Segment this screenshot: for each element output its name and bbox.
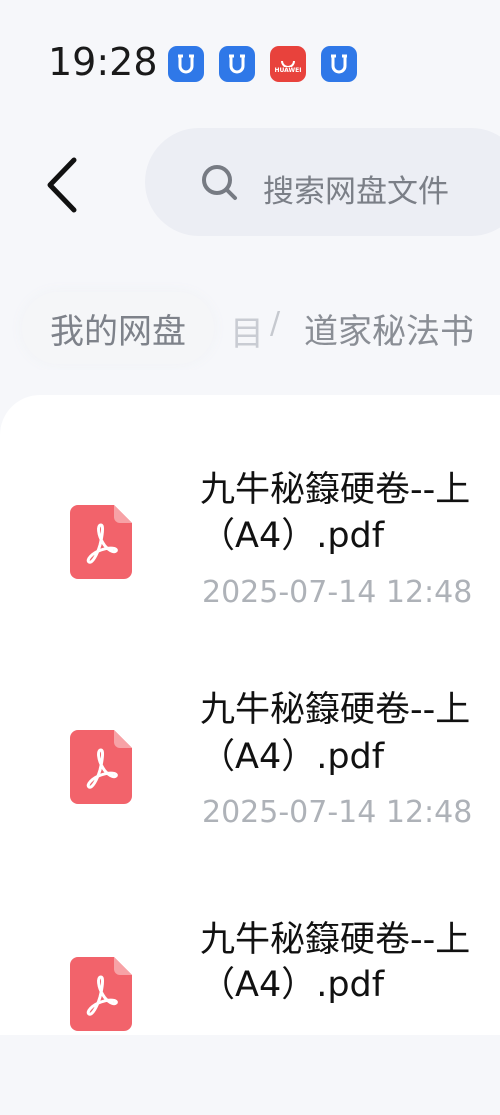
chevron-left-icon: [47, 157, 77, 213]
search-input[interactable]: 搜索网盘文件: [145, 128, 500, 236]
file-item[interactable]: 九牛秘籙硬卷--上 （A4）.pdf 2025-07-14 12:48: [0, 455, 500, 655]
top-header: 搜索网盘文件: [0, 120, 500, 240]
app-notification-icon: [219, 46, 255, 82]
file-name-line1: 九牛秘籙硬卷--上: [200, 920, 471, 960]
app-notification-icon: [321, 46, 357, 82]
file-date: 2025-07-14 12:48: [202, 795, 473, 830]
app-notification-icon: [168, 46, 204, 82]
breadcrumb-separator: /: [270, 306, 281, 341]
pdf-file-icon: [70, 505, 132, 579]
status-bar: 19:28 HUAWEI: [0, 0, 500, 110]
file-item[interactable]: 九牛秘籙硬卷--上 （A4）.pdf: [0, 915, 500, 1115]
huawei-label: HUAWEI: [274, 66, 302, 74]
breadcrumb: 目 我的网盘 / 道家秘法书: [0, 280, 500, 370]
clock-time: 19:28: [48, 40, 158, 84]
breadcrumb-home[interactable]: 我的网盘: [22, 292, 214, 364]
file-item[interactable]: 九牛秘籙硬卷--上 （A4）.pdf 2025-07-14 12:48: [0, 685, 500, 885]
pdf-file-icon: [70, 957, 132, 1031]
file-name-line1: 九牛秘籙硬卷--上: [200, 470, 471, 510]
search-placeholder: 搜索网盘文件: [263, 174, 449, 210]
file-name-line1: 九牛秘籙硬卷--上: [200, 690, 471, 730]
file-date: 2025-07-14 12:48: [202, 575, 473, 610]
breadcrumb-hidden-segment: 目: [230, 314, 264, 354]
huawei-appgallery-icon: HUAWEI: [270, 46, 306, 82]
pdf-file-icon: [70, 730, 132, 804]
search-icon: [202, 165, 237, 200]
file-name-line2: （A4）.pdf: [200, 965, 385, 1005]
file-name-line2: （A4）.pdf: [200, 516, 385, 556]
back-button[interactable]: [40, 150, 90, 220]
file-list: 九牛秘籙硬卷--上 （A4）.pdf 2025-07-14 12:48 九牛秘籙…: [0, 395, 500, 1035]
file-name-line2: （A4）.pdf: [200, 737, 385, 777]
breadcrumb-current-folder[interactable]: 道家秘法书: [304, 304, 474, 353]
